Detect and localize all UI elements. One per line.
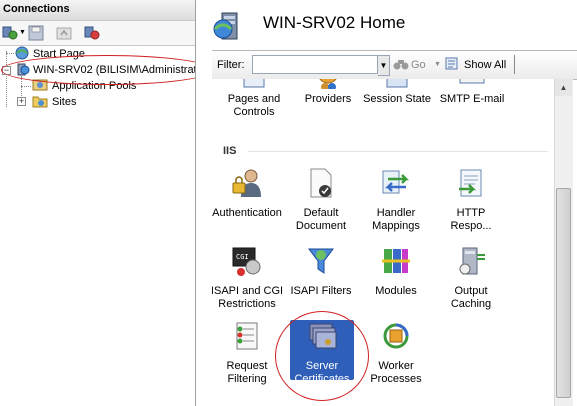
feature-isapi-filters[interactable]: ISAPI Filters xyxy=(279,245,363,305)
server-icon xyxy=(17,63,30,76)
connections-title: Connections xyxy=(3,3,70,15)
feature-label-line2: Caching xyxy=(450,298,492,310)
feature-label-line1: Default xyxy=(303,207,339,219)
feature-label-line2: Processes xyxy=(370,373,422,385)
filter-input[interactable] xyxy=(252,55,378,74)
svg-text:CGI: CGI xyxy=(236,253,249,261)
section-header-iis: IIS xyxy=(223,145,237,157)
application-pools-icon xyxy=(32,79,48,91)
request-filtering-icon xyxy=(236,322,258,350)
feature-modules[interactable]: Modules xyxy=(354,245,438,305)
go-button[interactable]: Go xyxy=(411,59,426,71)
show-all-button[interactable]: Show All xyxy=(464,59,506,71)
feature-isapi-cgi[interactable]: CGI ISAPI and CGI Restrictions xyxy=(212,245,289,310)
feature-worker-processes[interactable]: Worker Processes xyxy=(354,320,438,385)
features-view: Pages and Controls Providers Session Sta… xyxy=(212,79,554,406)
feature-label-line1: ISAPI and CGI xyxy=(212,285,284,297)
tree-item-application-pools[interactable]: Application Pools xyxy=(52,80,136,92)
modules-icon xyxy=(382,249,410,273)
providers-icon xyxy=(319,79,337,89)
connections-header: Connections xyxy=(0,0,195,21)
feature-label-line1: Request xyxy=(226,360,268,372)
connections-panel: Connections ▼ Start Page − WIN-SRV02 (BI… xyxy=(0,0,196,406)
feature-label-line2: Document xyxy=(295,220,347,232)
scroll-up-icon[interactable]: ▲ xyxy=(555,79,572,96)
page-title: WIN-SRV02 Home xyxy=(263,13,406,32)
chevron-down-icon[interactable]: ▼ xyxy=(19,29,26,36)
section-divider xyxy=(248,151,548,152)
vertical-scrollbar[interactable]: ▲ xyxy=(554,79,573,406)
isapi-cgi-icon: CGI xyxy=(232,247,261,276)
output-caching-icon xyxy=(459,247,485,275)
save-icon[interactable] xyxy=(27,25,45,41)
up-level-icon[interactable] xyxy=(55,25,73,41)
session-state-icon xyxy=(386,79,408,88)
disconnect-icon[interactable] xyxy=(83,25,101,41)
feature-label-line2: Respo... xyxy=(450,220,492,232)
authentication-icon xyxy=(232,169,261,197)
feature-label-line2: Controls xyxy=(233,106,275,118)
scroll-thumb[interactable] xyxy=(556,188,571,398)
feature-pages-controls[interactable]: Pages and Controls xyxy=(212,79,296,123)
binoculars-icon[interactable] xyxy=(393,57,409,71)
feature-label-line1: Modules xyxy=(375,285,417,297)
feature-handler-mappings[interactable]: Handler Mappings xyxy=(354,167,438,232)
toolbar-divider xyxy=(514,55,515,74)
pages-controls-icon xyxy=(243,79,265,88)
smtp-email-icon xyxy=(459,79,485,84)
connections-toolbar: ▼ xyxy=(0,21,195,46)
isapi-filters-icon xyxy=(308,248,334,274)
handler-mappings-icon xyxy=(382,170,410,194)
feature-label-line1: HTTP xyxy=(456,207,486,219)
feature-label-line1: Authentication xyxy=(212,207,282,219)
feature-label-line2: Certificates xyxy=(294,373,350,385)
feature-session-state[interactable]: Session State xyxy=(355,79,439,123)
http-response-icon xyxy=(459,169,482,197)
feature-label-line1: Output xyxy=(454,285,488,297)
tree-item-sites[interactable]: Sites xyxy=(52,96,76,108)
feature-label-line1: Pages and xyxy=(227,93,281,105)
tree-guide xyxy=(6,53,14,54)
feature-label-line1: ISAPI Filters xyxy=(290,285,352,297)
feature-label-line1: Handler xyxy=(376,207,416,219)
feature-request-filtering[interactable]: Request Filtering xyxy=(212,320,289,385)
feature-label-line1: Worker xyxy=(378,360,414,372)
connect-icon[interactable] xyxy=(1,25,19,41)
tree-item-start-page[interactable]: Start Page xyxy=(33,48,85,60)
chevron-down-icon[interactable]: ▼ xyxy=(434,61,441,68)
feature-output-caching[interactable]: Output Caching xyxy=(429,245,513,310)
filter-bar: Filter: ▼ Go ▼ Show All xyxy=(212,50,577,80)
feature-label-line1: SMTP E-mail xyxy=(439,93,505,105)
feature-default-document[interactable]: Default Document xyxy=(279,167,363,232)
server-home-icon xyxy=(213,12,238,40)
feature-label-line2: Restrictions xyxy=(218,298,276,310)
expand-icon[interactable]: + xyxy=(17,97,26,106)
collapse-icon[interactable]: − xyxy=(2,66,11,75)
tree-item-server[interactable]: WIN-SRV02 (BILISIM\Administrator) xyxy=(33,64,195,76)
sites-folder-icon xyxy=(32,96,48,108)
start-page-icon xyxy=(15,46,29,60)
server-certificates-icon xyxy=(309,323,337,349)
feature-label-line1: Server xyxy=(305,360,339,372)
feature-label-line1: Session State xyxy=(363,93,431,105)
show-all-icon[interactable] xyxy=(445,57,461,71)
feature-label-line2: Mappings xyxy=(372,220,420,232)
default-document-icon xyxy=(310,168,332,198)
tree-guide xyxy=(21,86,31,87)
feature-http-response[interactable]: HTTP Respo... xyxy=(429,167,513,232)
feature-smtp-email[interactable]: SMTP E-mail xyxy=(430,79,514,123)
filter-dropdown-icon[interactable]: ▼ xyxy=(378,55,390,76)
worker-processes-icon xyxy=(383,323,409,349)
filter-label: Filter: xyxy=(217,59,245,71)
feature-label-line2: Filtering xyxy=(227,373,267,385)
main-panel: WIN-SRV02 Home Filter: ▼ Go ▼ Show All P… xyxy=(196,0,577,406)
feature-authentication[interactable]: Authentication xyxy=(212,167,289,227)
tree-guide xyxy=(6,51,7,107)
feature-server-certificates[interactable]: Server Certificates xyxy=(280,320,364,385)
